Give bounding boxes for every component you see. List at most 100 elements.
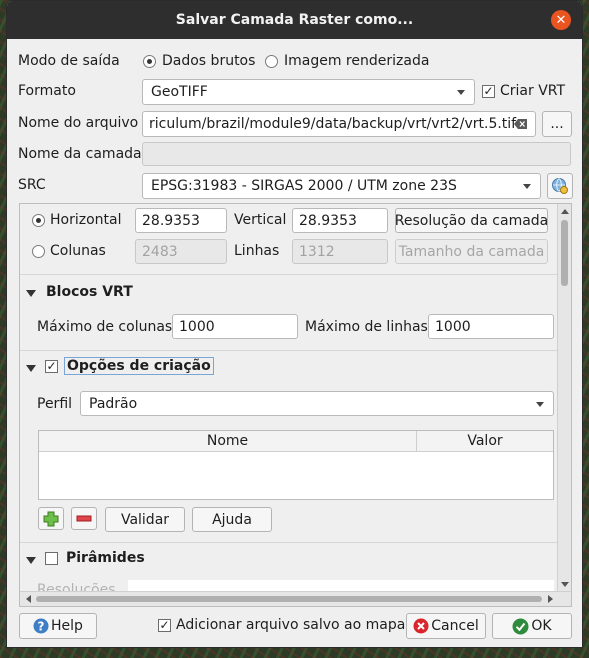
horizontal-value: 28.9353 (142, 212, 200, 229)
columns-value: 2483 (142, 243, 178, 260)
horizontal-label[interactable]: Horizontal (50, 212, 121, 228)
format-combobox[interactable]: GeoTIFF (142, 79, 475, 105)
dialog-titlebar: Salvar Camada Raster como... ✕ (7, 1, 582, 39)
radio-horizontal[interactable] (32, 214, 45, 227)
output-mode-label: Modo de saída (18, 53, 120, 69)
layer-name-label: Nome da camada (18, 146, 142, 162)
plus-icon (43, 511, 59, 527)
vertical-input[interactable]: 28.9353 (292, 208, 388, 233)
layer-size-label: Tamanho da camada (398, 243, 545, 260)
horizontal-scrollbar[interactable] (20, 591, 571, 606)
browse-label: ... (550, 116, 564, 132)
crs-label: SRC (18, 177, 46, 193)
file-name-input[interactable]: riculum/brazil/module9/data/backup/vrt/v… (142, 111, 536, 137)
help-options-label: Ajuda (212, 511, 252, 528)
add-to-map-checkbox[interactable]: ✓ (158, 619, 171, 632)
scroll-up-icon[interactable] (561, 208, 569, 214)
separator (20, 274, 558, 275)
radio-raw-data[interactable] (143, 55, 156, 68)
crs-select-button[interactable] (547, 173, 573, 199)
table-header-name[interactable]: Nome (39, 431, 417, 452)
rows-input[interactable]: 1312 (292, 239, 388, 264)
vertical-scroll-thumb[interactable] (561, 220, 568, 286)
add-option-button[interactable] (38, 507, 64, 530)
radio-raw-data-label[interactable]: Dados brutos (162, 53, 255, 69)
creation-options-title[interactable]: Opções de criação (64, 357, 214, 375)
vertical-scrollbar[interactable] (557, 204, 571, 592)
layer-size-button[interactable]: Tamanho da camada (395, 239, 548, 264)
creation-options-table[interactable]: Nome Valor (38, 430, 554, 500)
columns-input[interactable]: 2483 (135, 239, 227, 264)
max-rows-label: Máximo de linhas (305, 319, 428, 335)
rows-value: 1312 (299, 243, 335, 260)
crs-combobox[interactable]: EPSG:31983 - SIRGAS 2000 / UTM zone 23S (142, 173, 541, 199)
crs-value: EPSG:31983 - SIRGAS 2000 / UTM zone 23S (151, 178, 457, 194)
horizontal-scroll-thumb[interactable] (36, 596, 542, 602)
remove-option-button[interactable] (71, 507, 97, 530)
clear-text-icon[interactable] (514, 118, 528, 130)
ok-button[interactable]: OK (492, 613, 572, 639)
max-columns-input[interactable]: 1000 (172, 314, 298, 339)
close-icon: ✕ (555, 12, 567, 28)
pyramids-checkbox[interactable] (45, 552, 58, 565)
columns-label[interactable]: Colunas (50, 243, 106, 259)
help-options-button[interactable]: Ajuda (192, 507, 272, 532)
scroll-left-icon[interactable] (25, 595, 31, 603)
profile-value: Padrão (89, 395, 138, 412)
collapse-arrow-icon[interactable] (26, 290, 36, 297)
browse-button[interactable]: ... (542, 111, 572, 137)
save-raster-dialog: Salvar Camada Raster como... ✕ Modo de s… (6, 0, 583, 648)
layer-resolution-label: Resolução da camada (394, 212, 549, 229)
max-columns-value: 1000 (179, 318, 215, 335)
cancel-label: Cancel (431, 618, 479, 634)
dialog-title: Salvar Camada Raster como... (175, 12, 414, 28)
pyramids-title[interactable]: Pirâmides (66, 550, 145, 566)
close-button[interactable]: ✕ (551, 10, 571, 30)
options-scroll-panel[interactable]: Horizontal 28.9353 Vertical 28.9353 Reso… (19, 203, 572, 607)
chevron-down-icon (536, 401, 544, 407)
scroll-right-icon[interactable] (548, 595, 554, 603)
file-name-value: riculum/brazil/module9/data/backup/vrt/v… (149, 116, 517, 132)
help-button[interactable]: ? Help (19, 613, 97, 639)
profile-label: Perfil (37, 396, 73, 412)
chevron-down-icon (523, 184, 531, 189)
svg-text:?: ? (38, 620, 45, 634)
cancel-button[interactable]: Cancel (406, 613, 486, 639)
create-vrt-label[interactable]: Criar VRT (500, 83, 565, 99)
ok-icon (512, 618, 529, 634)
validate-button[interactable]: Validar (105, 507, 185, 532)
max-rows-input[interactable]: 1000 (428, 314, 554, 339)
scroll-down-icon[interactable] (561, 582, 569, 588)
help-icon: ? (33, 618, 49, 634)
table-header-value[interactable]: Valor (417, 431, 553, 452)
ok-label: OK (531, 618, 552, 634)
cancel-icon (413, 618, 429, 634)
layer-name-input[interactable] (142, 142, 571, 166)
vrt-blocks-title[interactable]: Blocos VRT (46, 284, 133, 300)
layer-resolution-button[interactable]: Resolução da camada (395, 208, 548, 233)
validate-label: Validar (120, 511, 170, 528)
max-rows-value: 1000 (435, 318, 471, 335)
vertical-label: Vertical (234, 212, 287, 228)
minus-icon (76, 515, 92, 522)
separator (20, 350, 558, 351)
radio-rendered-image-label[interactable]: Imagem renderizada (284, 53, 429, 69)
vertical-value: 28.9353 (299, 212, 357, 229)
rows-label: Linhas (234, 243, 280, 259)
collapse-arrow-icon[interactable] (26, 365, 36, 372)
help-label: Help (51, 618, 83, 634)
max-columns-label: Máximo de colunas (37, 319, 173, 335)
format-value: GeoTIFF (151, 84, 208, 100)
horizontal-input[interactable]: 28.9353 (135, 208, 227, 233)
radio-columns[interactable] (32, 245, 45, 258)
add-to-map-label[interactable]: Adicionar arquivo salvo ao mapa (176, 617, 405, 633)
file-name-label: Nome do arquivo (18, 115, 139, 131)
separator (20, 542, 558, 543)
create-vrt-checkbox[interactable]: ✓ (482, 85, 495, 98)
radio-rendered-image[interactable] (265, 55, 278, 68)
creation-options-checkbox[interactable]: ✓ (45, 360, 58, 373)
chevron-down-icon (457, 90, 465, 95)
profile-combobox[interactable]: Padrão (80, 391, 554, 416)
collapse-arrow-icon[interactable] (26, 557, 36, 564)
globe-settings-icon (552, 178, 568, 194)
